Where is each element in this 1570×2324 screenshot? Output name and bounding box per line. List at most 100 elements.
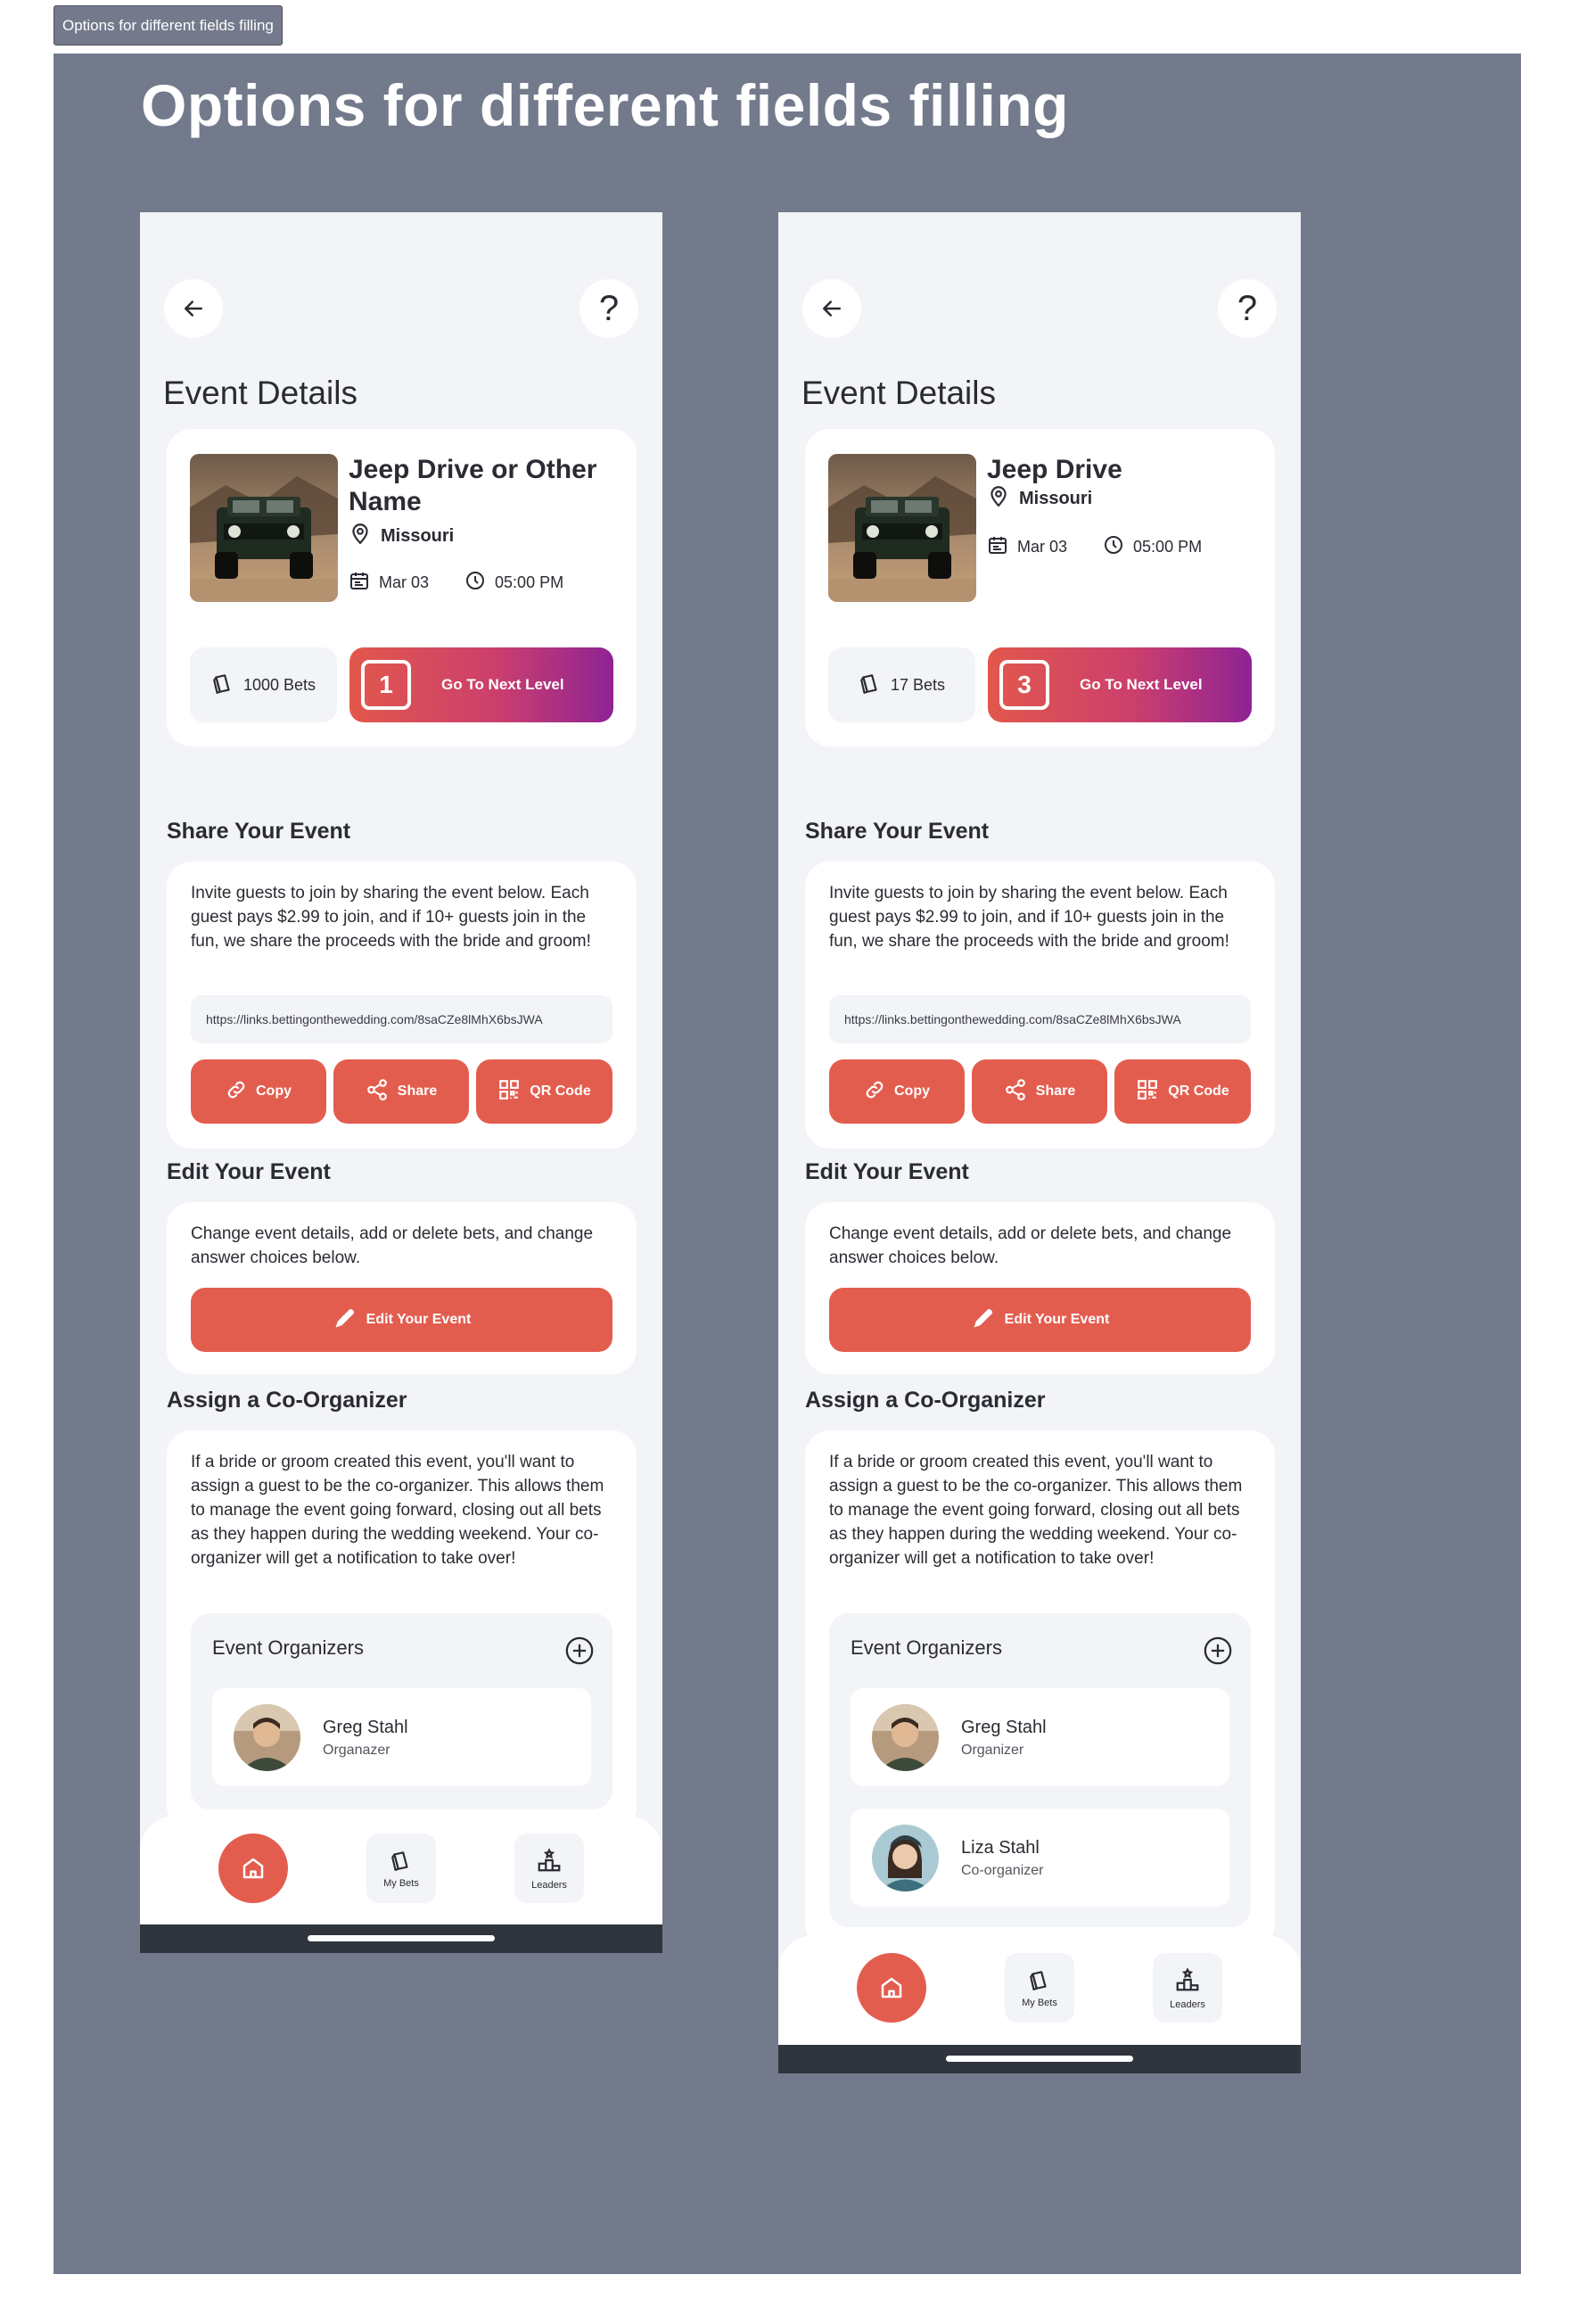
qr-code-button[interactable]: QR Code [1114, 1059, 1251, 1124]
coorganizer-card: If a bride or groom created this event, … [167, 1430, 637, 1832]
qr-code-icon [1136, 1078, 1159, 1106]
link-icon [226, 1079, 247, 1105]
link-icon [864, 1079, 885, 1105]
cards-icon [1028, 1968, 1051, 1994]
share-description: Invite guests to join by sharing the eve… [829, 884, 1229, 951]
event-date: Mar 03 [1017, 538, 1068, 556]
add-organizer-button[interactable] [1203, 1636, 1233, 1666]
event-time: 05:00 PM [495, 573, 564, 591]
edit-card: Change event details, add or delete bets… [167, 1202, 637, 1374]
page-heading: Options for different fields filling [141, 72, 1069, 138]
share-button[interactable]: Share [972, 1059, 1107, 1124]
edit-section-title: Edit Your Event [805, 1159, 969, 1184]
organizer-row[interactable]: Greg Stahl Organizer [851, 1688, 1229, 1786]
bets-count-pill[interactable]: 17 Bets [828, 647, 975, 722]
cards-icon [859, 672, 882, 699]
next-level-label: Go To Next Level [441, 676, 564, 693]
event-date: Mar 03 [379, 573, 430, 591]
home-indicator[interactable] [946, 2056, 1133, 2062]
podium-icon [536, 1847, 563, 1876]
home-indicator[interactable] [308, 1935, 495, 1941]
share-icon [1004, 1078, 1027, 1106]
share-icon [366, 1078, 389, 1106]
bottom-tab-bar: My Bets Leaders [778, 1935, 1301, 2046]
help-button[interactable]: ? [1218, 279, 1277, 338]
leaders-tab[interactable]: Leaders [514, 1834, 584, 1903]
cards-icon [390, 1849, 413, 1875]
location-pin-icon [349, 522, 372, 550]
frame-label: Options for different fields filling [53, 5, 283, 45]
event-time: 05:00 PM [1133, 538, 1203, 556]
event-card: Jeep Drive or Other Name Missouri Mar 03 05… [167, 429, 637, 746]
event-photo [828, 454, 976, 602]
add-organizer-button[interactable] [564, 1636, 595, 1666]
organizer-role: Co-organizer [961, 1863, 1044, 1878]
cards-icon [211, 672, 234, 699]
home-tab-button[interactable] [218, 1834, 288, 1903]
calendar-icon [987, 534, 1008, 560]
event-card: Jeep Drive Missouri Mar 03 05:00 PM 17 Bets 3… [805, 429, 1275, 746]
qr-code-icon [497, 1078, 521, 1106]
back-button[interactable] [164, 279, 223, 338]
edit-event-button[interactable]: Edit Your Event [191, 1288, 612, 1352]
phone-screen-2: ? Event Details Jeep Drive Missouri Mar 03 05… [778, 212, 1301, 2073]
coorganizer-card: If a bride or groom created this event, … [805, 1430, 1275, 1949]
event-datetime: Mar 03 05:00 PM [349, 570, 563, 596]
coorganizer-section-title: Assign a Co-Organizer [167, 1388, 407, 1413]
share-card: Invite guests to join by sharing the eve… [167, 861, 637, 1149]
qr-code-button[interactable]: QR Code [476, 1059, 612, 1124]
system-nav-bar [140, 1924, 662, 1953]
coorganizer-description: If a bride or groom created this event, … [191, 1453, 604, 1568]
leaders-label: Leaders [531, 1879, 567, 1891]
back-button[interactable] [802, 279, 861, 338]
event-organizers-label: Event Organizers [212, 1636, 364, 1659]
share-label: Share [397, 1084, 438, 1099]
event-location-text: Missouri [381, 525, 455, 546]
share-button[interactable]: Share [333, 1059, 469, 1124]
system-nav-bar [778, 2045, 1301, 2073]
my-bets-label: My Bets [383, 1877, 419, 1889]
event-location: Missouri [349, 522, 454, 550]
edit-card: Change event details, add or delete bets… [805, 1202, 1275, 1374]
copy-button[interactable]: Copy [191, 1059, 326, 1124]
edit-event-button[interactable]: Edit Your Event [829, 1288, 1251, 1352]
event-name: Jeep Drive [987, 455, 1122, 484]
organizer-name: Greg Stahl [961, 1718, 1047, 1737]
podium-icon [1174, 1966, 1201, 1996]
share-section-title: Share Your Event [167, 819, 351, 844]
leaders-label: Leaders [1170, 1998, 1205, 2010]
home-tab-button[interactable] [857, 1953, 926, 2023]
share-label: Share [1035, 1084, 1076, 1099]
event-organizers-label: Event Organizers [851, 1636, 1002, 1659]
copy-button[interactable]: Copy [829, 1059, 965, 1124]
share-description: Invite guests to join by sharing the eve… [191, 884, 591, 951]
copy-label: Copy [894, 1084, 930, 1099]
qr-code-label: QR Code [530, 1084, 591, 1099]
avatar [872, 1704, 939, 1771]
event-organizers-panel: Event Organizers Greg Stahl Organizer Liza … [829, 1613, 1251, 1927]
organizer-name: Liza Stahl [961, 1838, 1040, 1858]
bottom-tab-bar: My Bets Leaders [140, 1816, 662, 1926]
event-location: Missouri [987, 484, 1092, 513]
pencil-icon [333, 1306, 358, 1335]
my-bets-tab[interactable]: My Bets [1005, 1953, 1074, 2023]
event-datetime: Mar 03 05:00 PM [987, 534, 1202, 560]
help-button[interactable]: ? [580, 279, 638, 338]
avatar [234, 1704, 300, 1771]
bets-count-pill[interactable]: 1000 Bets [190, 647, 337, 722]
leaders-tab[interactable]: Leaders [1153, 1953, 1222, 2023]
organizer-row[interactable]: Greg Stahl Organazer [212, 1688, 591, 1786]
share-link-field[interactable]: https://links.bettingonthewedding.com/8s… [829, 995, 1251, 1043]
go-to-next-level-button[interactable]: 1 Go To Next Level [349, 647, 613, 722]
bets-count: 17 Bets [890, 675, 946, 694]
go-to-next-level-button[interactable]: 3 Go To Next Level [988, 647, 1252, 722]
edit-section-title: Edit Your Event [167, 1159, 331, 1184]
share-link-field[interactable]: https://links.bettingonthewedding.com/8s… [191, 995, 612, 1043]
pencil-icon [971, 1306, 996, 1335]
event-location-text: Missouri [1019, 488, 1093, 508]
edit-event-label: Edit Your Event [366, 1312, 472, 1327]
coorganizer-section-title: Assign a Co-Organizer [805, 1388, 1046, 1413]
my-bets-tab[interactable]: My Bets [366, 1834, 436, 1903]
phone-screen-1: ? Event Details Jeep Drive or Other Name Mi… [140, 212, 662, 1953]
organizer-row[interactable]: Liza Stahl Co-organizer [851, 1809, 1229, 1907]
